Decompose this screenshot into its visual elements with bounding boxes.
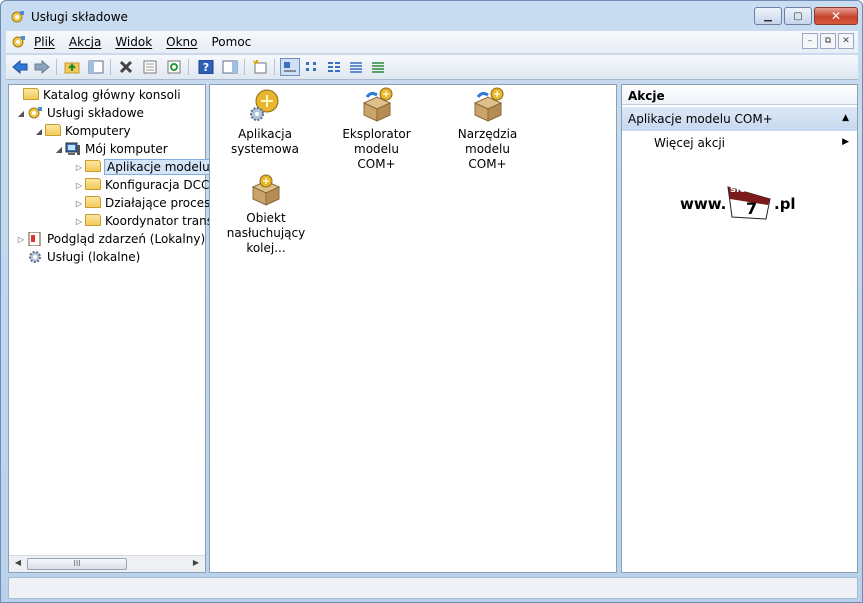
com-explorer-icon [362,87,392,122]
collapse-icon[interactable]: ▲ [842,113,849,123]
mdi-restore-button[interactable]: ⧉ [820,33,836,49]
submenu-arrow-icon: ▶ [842,137,849,147]
tree-item-root[interactable]: Katalog główny konsoli [11,86,181,104]
folder-icon [45,124,61,138]
status-bar [8,577,858,599]
mdi-close-button[interactable]: ✕ [838,33,854,49]
forward-arrow-icon[interactable] [32,58,52,76]
event-viewer-icon [28,232,41,246]
actions-pane: Akcje Aplikacje modelu COM+ ▲ Więcej akc… [621,84,858,573]
actions-header: Akcje [622,85,857,105]
delete-icon[interactable] [116,58,136,76]
menu-akcja[interactable]: Akcja [69,35,101,49]
menu-plik[interactable]: Plik [34,35,55,49]
tree-item-computers[interactable]: ◢ Komputery [33,122,131,140]
tree-horizontal-scrollbar[interactable]: ◀ III ▶ [9,555,205,572]
tree-item-my-computer[interactable]: ◢ Mój komputer [53,140,168,158]
mdi-buttons: – ⧉ ✕ [802,33,854,49]
tree-item-component-services[interactable]: ◢ Usługi składowe [15,104,144,122]
component-services-icon [28,107,42,119]
system-application-icon [250,89,279,121]
show-action-pane-icon[interactable] [220,58,240,76]
computer-icon [65,142,80,155]
export-list-icon[interactable] [368,58,388,76]
main-window: Usługi składowe ▁ ▢ ✕ Plik Akcja Widok O… [0,0,863,603]
tree-item-transaction-coordinator[interactable]: ▷ Koordynator trans [73,212,213,230]
large-icons-view-icon[interactable] [280,58,300,76]
menu-bar: Plik Akcja Widok Okno Pomoc – ⧉ ✕ [6,31,858,53]
listener-object-icon [251,174,281,206]
list-item-listener-object[interactable]: Obiekt nasłuchujący kolej... [210,171,322,256]
title-bar: Usługi składowe ▁ ▢ ✕ [1,1,862,31]
component-services-icon [12,36,25,48]
menu-okno[interactable]: Okno [166,35,197,49]
show-hide-tree-icon[interactable] [86,58,106,76]
caption-buttons: ▁ ▢ ✕ [754,7,858,25]
scroll-right-icon[interactable]: ▶ [189,558,203,570]
minimize-button[interactable]: ▁ [754,7,782,25]
tree-item-dcom-config[interactable]: ▷ Konfiguracja DCC [73,176,209,194]
results-pane: Aplikacja systemowa Eksplorator modelu C… [209,84,617,573]
list-item-system-application[interactable]: Aplikacja systemowa [215,87,315,157]
tree-item-services-local[interactable]: Usługi (lokalne) [15,248,140,266]
watermark: www. slow 7 .pl [680,184,810,225]
toolbar: ? [6,54,858,80]
folder-icon [23,88,39,102]
folder-icon [85,196,101,210]
more-actions-item[interactable]: Więcej akcji [654,136,725,150]
new-window-icon[interactable] [250,58,270,76]
window-title: Usługi składowe [31,10,128,24]
tree-item-event-viewer[interactable]: ▷ Podgląd zdarzeń (Lokalny) [15,230,205,248]
back-arrow-icon[interactable] [10,58,30,76]
properties-icon[interactable] [140,58,160,76]
mdi-minimize-button[interactable]: – [802,33,818,49]
gear-icon [29,251,41,263]
refresh-icon[interactable] [164,58,184,76]
menu-widok[interactable]: Widok [115,35,152,49]
actions-section-com-applications[interactable]: Aplikacje modelu COM+ ▲ [622,107,857,131]
tree-item-com-applications[interactable]: ▷ Aplikacje modelu [73,158,213,176]
menu-pomoc[interactable]: Pomoc [212,35,252,49]
help-icon[interactable]: ? [196,58,216,76]
component-services-icon [11,11,24,23]
up-folder-icon[interactable] [62,58,82,76]
folder-icon [85,160,101,174]
list-view-icon[interactable] [324,58,344,76]
com-tools-icon [473,87,503,122]
folder-icon [85,214,101,228]
tree-item-running-processes[interactable]: ▷ Działające procesy [73,194,217,212]
list-item-com-explorer[interactable]: Eksplorator modelu COM+ [319,87,434,172]
scroll-thumb[interactable]: III [27,558,127,570]
console-tree: Katalog główny konsoli ◢ Usługi składowe… [8,84,217,573]
maximize-button[interactable]: ▢ [784,7,812,25]
details-view-icon[interactable] [346,58,366,76]
scroll-left-icon[interactable]: ◀ [11,558,25,570]
list-item-com-tools[interactable]: Narzędzia modelu COM+ [435,87,540,172]
svg-text:?: ? [203,61,209,74]
folder-icon [85,178,101,192]
small-icons-view-icon[interactable] [302,58,322,76]
close-button[interactable]: ✕ [814,7,858,25]
